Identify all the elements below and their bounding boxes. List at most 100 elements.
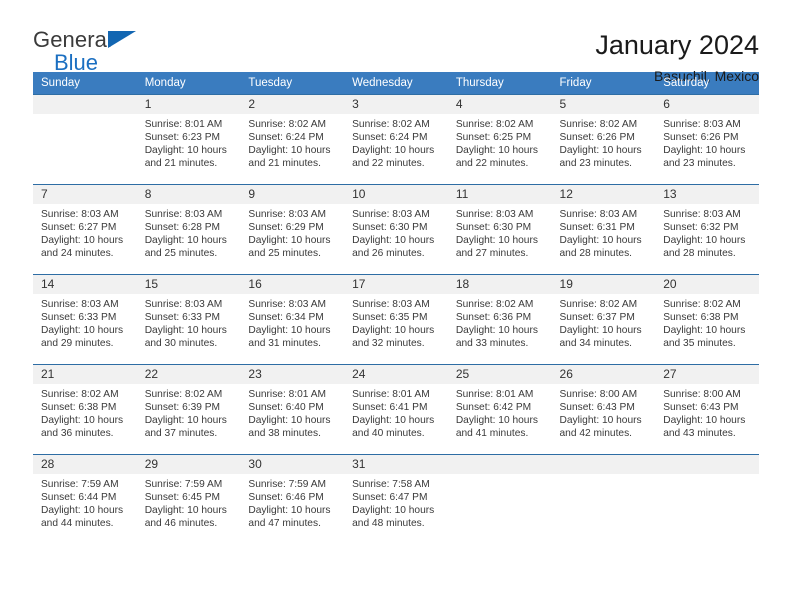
day-cell[interactable]: 12 Sunrise: 8:03 AM Sunset: 6:31 PM Dayligh… <box>551 184 656 275</box>
day-number <box>33 95 137 114</box>
sunset-time: Sunset: 6:26 PM <box>663 132 739 144</box>
page-title: January 2024 <box>595 30 759 60</box>
daylight-line-2: and 37 minutes. <box>144 428 218 440</box>
sunset-time: Sunset: 6:35 PM <box>352 312 428 324</box>
sunrise-time: Sunrise: 8:02 AM <box>559 299 638 310</box>
daylight-line-1: Daylight: 10 hours <box>41 415 124 427</box>
day-number: 31 <box>344 455 448 474</box>
day-cell[interactable]: 9 Sunrise: 8:03 AM Sunset: 6:29 PM Daylight… <box>240 184 345 275</box>
day-cell[interactable]: 18 Sunrise: 8:02 AM Sunset: 6:36 PM Dayligh… <box>447 274 552 365</box>
day-number: 30 <box>240 455 345 474</box>
daylight-line-1: Daylight: 10 hours <box>352 235 435 247</box>
sunset-time: Sunset: 6:42 PM <box>455 402 532 414</box>
daylight-line-1: Daylight: 10 hours <box>352 325 435 337</box>
day-cell[interactable]: 13 Sunrise: 8:03 AM Sunset: 6:32 PM Dayligh… <box>655 184 759 275</box>
weekday-header-thursday: Thursday <box>447 72 552 95</box>
day-cell[interactable]: 15 Sunrise: 8:03 AM Sunset: 6:33 PM Dayligh… <box>136 274 241 365</box>
day-number: 16 <box>240 275 345 294</box>
weekday-header-monday: Monday <box>136 72 241 95</box>
day-cell[interactable]: 17 Sunrise: 8:03 AM Sunset: 6:35 PM Dayligh… <box>344 274 448 365</box>
day-cell[interactable]: 16 Sunrise: 8:03 AM Sunset: 6:34 PM Dayligh… <box>240 274 345 365</box>
day-cell[interactable]: 22 Sunrise: 8:02 AM Sunset: 6:39 PM Dayligh… <box>136 364 241 455</box>
daylight-line-2: and 28 minutes. <box>663 248 736 260</box>
sunset-time: Sunset: 6:25 PM <box>455 132 532 144</box>
day-details: Sunrise: 8:02 AM Sunset: 6:24 PM Daylight:… <box>344 114 448 170</box>
day-cell[interactable]: 29 Sunrise: 7:59 AM Sunset: 6:45 PM Dayligh… <box>136 454 241 545</box>
day-details: Sunrise: 8:03 AM Sunset: 6:27 PM Daylight:… <box>33 204 137 260</box>
day-details: Sunrise: 8:02 AM Sunset: 6:25 PM Daylight:… <box>448 114 552 170</box>
day-cell[interactable]: 26 Sunrise: 8:00 AM Sunset: 6:43 PM Dayligh… <box>551 364 656 455</box>
sunset-time: Sunset: 6:43 PM <box>663 402 739 414</box>
day-cell-empty <box>33 94 137 185</box>
sunset-time: Sunset: 6:34 PM <box>248 312 324 324</box>
sunrise-time: Sunrise: 8:02 AM <box>455 119 534 130</box>
day-details: Sunrise: 8:02 AM Sunset: 6:38 PM Daylight:… <box>33 384 137 440</box>
day-cell[interactable]: 6 Sunrise: 8:03 AM Sunset: 6:26 PM Daylight… <box>655 94 759 185</box>
day-cell[interactable]: 2 Sunrise: 8:02 AM Sunset: 6:24 PM Daylight… <box>240 94 345 185</box>
day-details: Sunrise: 8:00 AM Sunset: 6:43 PM Daylight:… <box>655 384 759 440</box>
day-details: Sunrise: 8:03 AM Sunset: 6:26 PM Daylight:… <box>655 114 759 170</box>
day-cell[interactable]: 24 Sunrise: 8:01 AM Sunset: 6:41 PM Dayligh… <box>344 364 448 455</box>
day-cell[interactable]: 23 Sunrise: 8:01 AM Sunset: 6:40 PM Dayligh… <box>240 364 345 455</box>
sunset-time: Sunset: 6:32 PM <box>663 222 739 234</box>
daylight-line-1: Daylight: 10 hours <box>559 145 642 157</box>
day-details: Sunrise: 8:03 AM Sunset: 6:29 PM Daylight:… <box>240 204 344 260</box>
day-number: 26 <box>551 365 656 384</box>
sunset-time: Sunset: 6:44 PM <box>41 492 117 504</box>
day-details: Sunrise: 8:00 AM Sunset: 6:43 PM Daylight:… <box>552 384 656 440</box>
daylight-line-2: and 33 minutes. <box>455 338 529 350</box>
daylight-line-1: Daylight: 10 hours <box>144 415 227 427</box>
daylight-line-1: Daylight: 10 hours <box>663 145 746 157</box>
day-number: 11 <box>447 185 552 204</box>
day-cell[interactable]: 30 Sunrise: 7:59 AM Sunset: 6:46 PM Dayligh… <box>240 454 345 545</box>
day-cell[interactable]: 7 Sunrise: 8:03 AM Sunset: 6:27 PM Daylight… <box>33 184 137 275</box>
day-number: 14 <box>33 275 137 294</box>
daylight-line-2: and 28 minutes. <box>559 248 633 260</box>
sunset-time: Sunset: 6:43 PM <box>559 402 635 414</box>
day-cell-empty <box>447 454 552 545</box>
daylight-line-1: Daylight: 10 hours <box>41 505 124 517</box>
day-cell[interactable]: 1 Sunrise: 8:01 AM Sunset: 6:23 PM Daylight… <box>136 94 241 185</box>
day-cell[interactable]: 4 Sunrise: 8:02 AM Sunset: 6:25 PM Daylight… <box>447 94 552 185</box>
day-cell[interactable]: 19 Sunrise: 8:02 AM Sunset: 6:37 PM Dayligh… <box>551 274 656 365</box>
daylight-line-1: Daylight: 10 hours <box>41 235 124 247</box>
day-cell[interactable]: 28 Sunrise: 7:59 AM Sunset: 6:44 PM Dayligh… <box>33 454 137 545</box>
sunset-time: Sunset: 6:27 PM <box>41 222 117 234</box>
day-number: 20 <box>655 275 759 294</box>
day-number: 6 <box>655 95 759 114</box>
day-cell[interactable]: 20 Sunrise: 8:02 AM Sunset: 6:38 PM Dayligh… <box>655 274 759 365</box>
sunrise-time: Sunrise: 7:58 AM <box>352 479 430 490</box>
day-cell[interactable]: 27 Sunrise: 8:00 AM Sunset: 6:43 PM Dayligh… <box>655 364 759 455</box>
day-cell[interactable]: 14 Sunrise: 8:03 AM Sunset: 6:33 PM Dayligh… <box>33 274 137 365</box>
day-cell[interactable]: 5 Sunrise: 8:02 AM Sunset: 6:26 PM Daylight… <box>551 94 656 185</box>
weekday-header-wednesday: Wednesday <box>344 72 448 95</box>
day-cell-empty <box>655 454 759 545</box>
daylight-line-1: Daylight: 10 hours <box>352 415 435 427</box>
day-cell[interactable]: 10 Sunrise: 8:03 AM Sunset: 6:30 PM Dayligh… <box>344 184 448 275</box>
general-blue-logo[interactable]: General Blue <box>33 29 143 75</box>
day-number: 25 <box>447 365 552 384</box>
sunrise-time: Sunrise: 8:03 AM <box>559 209 638 220</box>
daylight-line-1: Daylight: 10 hours <box>663 325 746 337</box>
day-cell[interactable]: 25 Sunrise: 8:01 AM Sunset: 6:42 PM Dayligh… <box>447 364 552 455</box>
daylight-line-2: and 21 minutes. <box>248 158 321 170</box>
day-number: 1 <box>136 95 241 114</box>
sunrise-time: Sunrise: 8:01 AM <box>455 389 534 400</box>
day-cell[interactable]: 8 Sunrise: 8:03 AM Sunset: 6:28 PM Daylight… <box>136 184 241 275</box>
day-number: 10 <box>344 185 448 204</box>
daylight-line-1: Daylight: 10 hours <box>559 325 642 337</box>
day-cell[interactable]: 31 Sunrise: 7:58 AM Sunset: 6:47 PM Dayligh… <box>344 454 448 545</box>
day-cell[interactable]: 21 Sunrise: 8:02 AM Sunset: 6:38 PM Dayligh… <box>33 364 137 455</box>
day-cell[interactable]: 11 Sunrise: 8:03 AM Sunset: 6:30 PM Dayligh… <box>447 184 552 275</box>
day-details: Sunrise: 8:03 AM Sunset: 6:33 PM Daylight:… <box>137 294 241 350</box>
calendar-week-row: 7 Sunrise: 8:03 AM Sunset: 6:27 PM Daylight… <box>33 184 759 275</box>
day-details: Sunrise: 8:03 AM Sunset: 6:31 PM Daylight:… <box>552 204 656 260</box>
sunset-time: Sunset: 6:39 PM <box>144 402 221 414</box>
sunset-time: Sunset: 6:33 PM <box>41 312 117 324</box>
daylight-line-2: and 42 minutes. <box>559 428 633 440</box>
day-number: 29 <box>136 455 241 474</box>
day-cell[interactable]: 3 Sunrise: 8:02 AM Sunset: 6:24 PM Daylight… <box>344 94 448 185</box>
sunset-time: Sunset: 6:24 PM <box>248 132 324 144</box>
daylight-line-1: Daylight: 10 hours <box>559 415 642 427</box>
day-number: 5 <box>551 95 656 114</box>
